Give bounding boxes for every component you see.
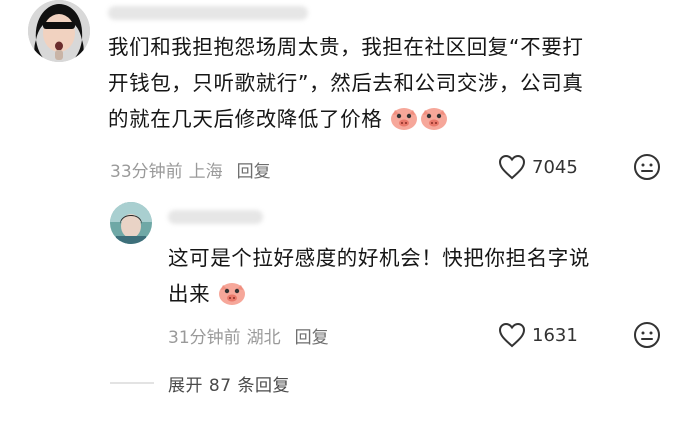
comment-location: 湖北	[246, 328, 281, 348]
pig-face-emoji	[389, 102, 419, 143]
comment-line: 开钱包，只听歌就行”，然后去和公司交涉，公司真	[108, 71, 584, 95]
comment-line-last: 出来	[168, 276, 658, 318]
avatar[interactable]	[28, 0, 90, 62]
meh-face-icon	[634, 322, 660, 348]
comment-meta: 33分钟前 上海 回复	[110, 157, 271, 182]
dislike-button[interactable]	[633, 153, 661, 185]
username[interactable]	[108, 6, 308, 20]
comment-time: 31分钟前	[168, 328, 241, 348]
comment-text: 这可是个拉好感度的好机会！快把你担名字说 出来	[168, 240, 658, 318]
heart-outline-icon	[498, 154, 526, 180]
pig-face-emoji	[419, 102, 449, 143]
heart-outline-icon	[498, 322, 526, 348]
pig-face-emoji	[217, 277, 247, 318]
like-count: 1631	[532, 324, 578, 346]
comment-line: 这可是个拉好感度的好机会！快把你担名字说	[168, 246, 590, 270]
like-count: 7045	[532, 156, 578, 178]
username[interactable]	[168, 210, 263, 224]
meh-face-icon	[634, 154, 660, 180]
reply-button[interactable]: 回复	[237, 157, 271, 182]
comment-line: 我们和我担抱怨场周太贵，我担在社区回复“不要打	[108, 35, 584, 59]
comment-meta: 31分钟前 湖北 回复	[168, 323, 329, 348]
like-button[interactable]: 1631	[498, 322, 578, 348]
divider	[110, 382, 154, 384]
expand-replies-button[interactable]: 展开 87 条回复	[168, 371, 290, 396]
comment-line-last: 的就在几天后修改降低了价格	[108, 101, 668, 143]
comment-time: 33分钟前	[110, 162, 183, 182]
comment-text: 我们和我担抱怨场周太贵，我担在社区回复“不要打 开钱包，只听歌就行”，然后去和公…	[108, 29, 668, 143]
comment-location: 上海	[188, 162, 223, 182]
avatar[interactable]	[110, 202, 152, 244]
dislike-button[interactable]	[633, 321, 661, 353]
reply-button[interactable]: 回复	[295, 323, 329, 348]
like-button[interactable]: 7045	[498, 154, 578, 180]
